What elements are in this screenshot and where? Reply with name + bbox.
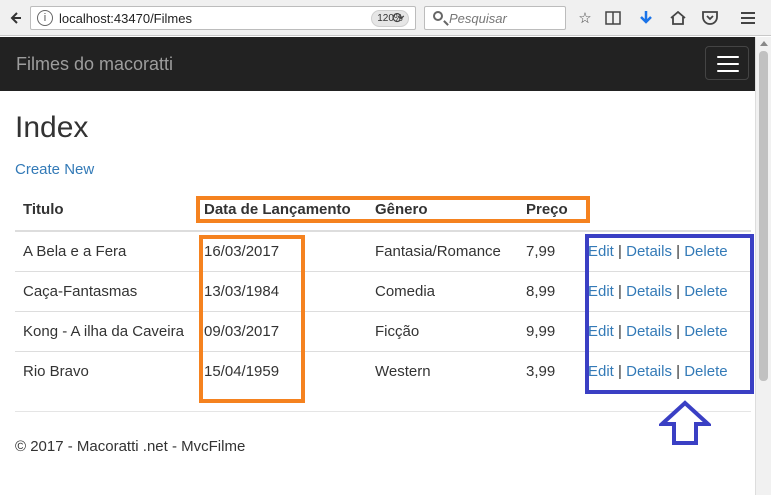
scroll-up-icon[interactable]: [760, 41, 768, 46]
page-scrollbar[interactable]: [755, 37, 771, 495]
home-icon[interactable]: [668, 8, 688, 28]
header-highlight-box: [196, 196, 590, 223]
bookmark-star-icon[interactable]: ☆: [575, 8, 595, 28]
header-actions: [580, 189, 751, 232]
back-icon[interactable]: [5, 7, 27, 29]
cell-genre: Fantasia/Romance: [375, 242, 501, 260]
cell-price: 9,99: [518, 310, 580, 351]
browser-toolbar: i localhost:43470/Filmes 120% ⟳ Pesquisa…: [0, 0, 771, 36]
page-title: Index: [15, 111, 89, 144]
reload-icon[interactable]: ⟳: [392, 9, 405, 27]
site-navbar: Filmes do macoratti: [0, 37, 755, 91]
cell-genre: Western: [367, 350, 518, 391]
footer-text: © 2017 - Macoratti .net - MvcFilme: [15, 438, 246, 455]
cell-price: 7,99: [526, 242, 556, 260]
up-arrow-icon: [656, 400, 714, 451]
cell-price: 3,99: [518, 350, 580, 391]
cell-price: 8,99: [518, 270, 580, 311]
cell-title: Kong - A ilha da Caveira: [15, 310, 196, 351]
url-bar[interactable]: i localhost:43470/Filmes 120%: [30, 6, 416, 30]
reading-list-icon[interactable]: [603, 8, 623, 28]
actions-highlight-box: [585, 234, 754, 394]
scroll-thumb[interactable]: [759, 51, 768, 381]
download-icon[interactable]: [636, 8, 656, 28]
search-placeholder: Pesquisar: [449, 11, 507, 26]
create-new-link[interactable]: Create New: [15, 161, 94, 178]
menu-icon[interactable]: [738, 8, 758, 28]
hamburger-icon: [717, 56, 739, 58]
search-icon: [433, 11, 443, 21]
cell-genre: Comedia: [367, 270, 518, 311]
search-input[interactable]: Pesquisar: [424, 6, 566, 30]
pocket-icon[interactable]: [700, 8, 720, 28]
footer-divider: [15, 411, 751, 412]
dates-highlight-box: [199, 235, 305, 403]
url-text: localhost:43470/Filmes: [59, 11, 192, 26]
header-titulo: Titulo: [15, 189, 196, 232]
navbar-toggle-button[interactable]: [705, 46, 749, 80]
cell-title: Caça-Fantasmas: [15, 270, 196, 311]
cell-genre: Ficção: [367, 310, 518, 351]
info-icon[interactable]: i: [37, 10, 53, 26]
cell-title: Rio Bravo: [15, 350, 196, 391]
navbar-brand[interactable]: Filmes do macoratti: [16, 54, 173, 75]
cell-title: A Bela e a Fera: [23, 242, 127, 260]
